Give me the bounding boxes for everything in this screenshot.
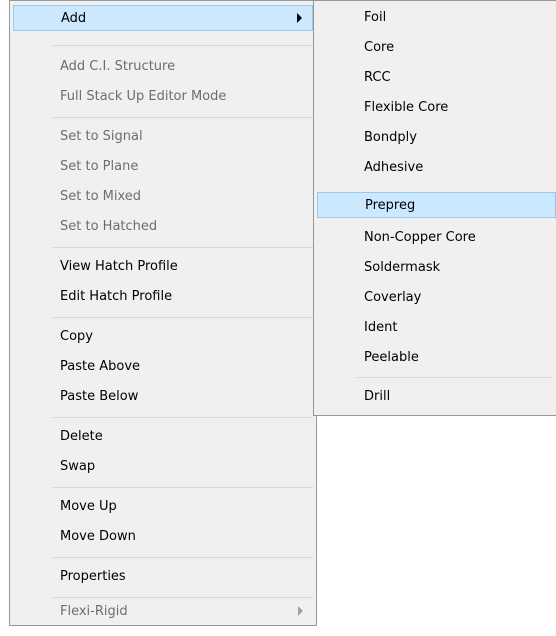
menu-item-flexi-rigid[interactable]: Flexi-Rigid: [13, 599, 313, 625]
menu-item-paste-above-label: Paste Above: [60, 359, 141, 374]
menu-item-paste-below[interactable]: Paste Below: [13, 384, 313, 410]
submenu-arrow-icon: [298, 606, 303, 616]
submenu-item-coverlay[interactable]: Coverlay: [317, 285, 556, 311]
menu-item-add[interactable]: Add: [13, 5, 313, 31]
submenu-item-core[interactable]: Core: [317, 35, 556, 61]
menu-item-full-stack-up-editor-mode-label: Full Stack Up Editor Mode: [60, 89, 227, 104]
menu-item-edit-hatch-profile-label: Edit Hatch Profile: [60, 289, 173, 304]
menu-item-view-hatch-profile[interactable]: View Hatch Profile: [13, 254, 313, 280]
menu-separator: [53, 557, 313, 558]
menu-separator: [53, 597, 313, 598]
menu-separator: [53, 117, 313, 118]
menu-item-swap[interactable]: Swap: [13, 454, 313, 480]
submenu-item-coverlay-label: Coverlay: [364, 290, 422, 305]
menu-item-set-to-plane[interactable]: Set to Plane: [13, 154, 313, 180]
submenu-item-ident[interactable]: Ident: [317, 315, 556, 341]
menu-item-swap-label: Swap: [60, 459, 96, 474]
menu-separator: [53, 45, 313, 46]
submenu-item-peelable-label: Peelable: [364, 350, 419, 365]
submenu-item-peelable[interactable]: Peelable: [317, 345, 556, 371]
submenu-item-drill-label: Drill: [364, 389, 391, 404]
submenu-item-soldermask-label: Soldermask: [364, 260, 441, 275]
menu-item-flexi-rigid-label: Flexi-Rigid: [60, 604, 128, 619]
menu-item-copy[interactable]: Copy: [13, 324, 313, 350]
menu-item-set-to-signal[interactable]: Set to Signal: [13, 124, 313, 150]
submenu-item-adhesive[interactable]: Adhesive: [317, 155, 556, 181]
submenu-item-prepreg-label: Prepreg: [365, 198, 416, 213]
menu-item-paste-below-label: Paste Below: [60, 389, 139, 404]
menu-separator: [53, 247, 313, 248]
context-menu: Add Add C.I. Structure Full Stack Up Edi…: [9, 0, 317, 626]
submenu-item-non-copper-core[interactable]: Non-Copper Core: [317, 225, 556, 251]
menu-separator: [53, 317, 313, 318]
menu-separator: [53, 417, 313, 418]
submenu-item-ident-label: Ident: [364, 320, 398, 335]
menu-item-set-to-plane-label: Set to Plane: [60, 159, 139, 174]
submenu-item-core-label: Core: [364, 40, 395, 55]
submenu-item-adhesive-label: Adhesive: [364, 160, 424, 175]
submenu-item-drill[interactable]: Drill: [317, 384, 556, 410]
menu-item-set-to-hatched-label: Set to Hatched: [60, 219, 158, 234]
submenu-item-flexible-core[interactable]: Flexible Core: [317, 95, 556, 121]
menu-item-properties-label: Properties: [60, 569, 126, 584]
menu-item-delete[interactable]: Delete: [13, 424, 313, 450]
submenu-item-foil[interactable]: Foil: [317, 5, 556, 31]
menu-item-edit-hatch-profile[interactable]: Edit Hatch Profile: [13, 284, 313, 310]
submenu-arrow-icon: [297, 13, 302, 23]
submenu-item-soldermask[interactable]: Soldermask: [317, 255, 556, 281]
menu-item-delete-label: Delete: [60, 429, 103, 444]
submenu-item-bondply[interactable]: Bondply: [317, 125, 556, 151]
menu-item-add-ci-structure-label: Add C.I. Structure: [60, 59, 176, 74]
submenu-item-bondply-label: Bondply: [364, 130, 417, 145]
menu-item-move-up-label: Move Up: [60, 499, 117, 514]
menu-item-move-up[interactable]: Move Up: [13, 494, 313, 520]
submenu-item-non-copper-core-label: Non-Copper Core: [364, 230, 476, 245]
menu-item-add-ci-structure[interactable]: Add C.I. Structure: [13, 54, 313, 80]
submenu-item-prepreg[interactable]: Prepreg: [317, 192, 556, 218]
submenu-item-rcc-label: RCC: [364, 70, 391, 85]
menu-item-move-down[interactable]: Move Down: [13, 524, 313, 550]
menu-item-set-to-signal-label: Set to Signal: [60, 129, 143, 144]
menu-separator: [357, 377, 553, 378]
menu-item-paste-above[interactable]: Paste Above: [13, 354, 313, 380]
menu-item-set-to-mixed[interactable]: Set to Mixed: [13, 184, 313, 210]
submenu-item-foil-label: Foil: [364, 10, 387, 25]
menu-separator: [53, 487, 313, 488]
submenu-item-rcc[interactable]: RCC: [317, 65, 556, 91]
menu-item-properties[interactable]: Properties: [13, 564, 313, 590]
menu-item-full-stack-up-editor-mode[interactable]: Full Stack Up Editor Mode: [13, 84, 313, 110]
add-submenu: Foil Core RCC Flexible Core Bondply Adhe…: [313, 0, 556, 416]
menu-item-set-to-hatched[interactable]: Set to Hatched: [13, 214, 313, 240]
menu-item-set-to-mixed-label: Set to Mixed: [60, 189, 142, 204]
menu-item-copy-label: Copy: [60, 329, 93, 344]
menu-item-add-label: Add: [61, 11, 87, 26]
menu-item-move-down-label: Move Down: [60, 529, 136, 544]
menu-item-view-hatch-profile-label: View Hatch Profile: [60, 259, 178, 274]
submenu-item-flexible-core-label: Flexible Core: [364, 100, 449, 115]
